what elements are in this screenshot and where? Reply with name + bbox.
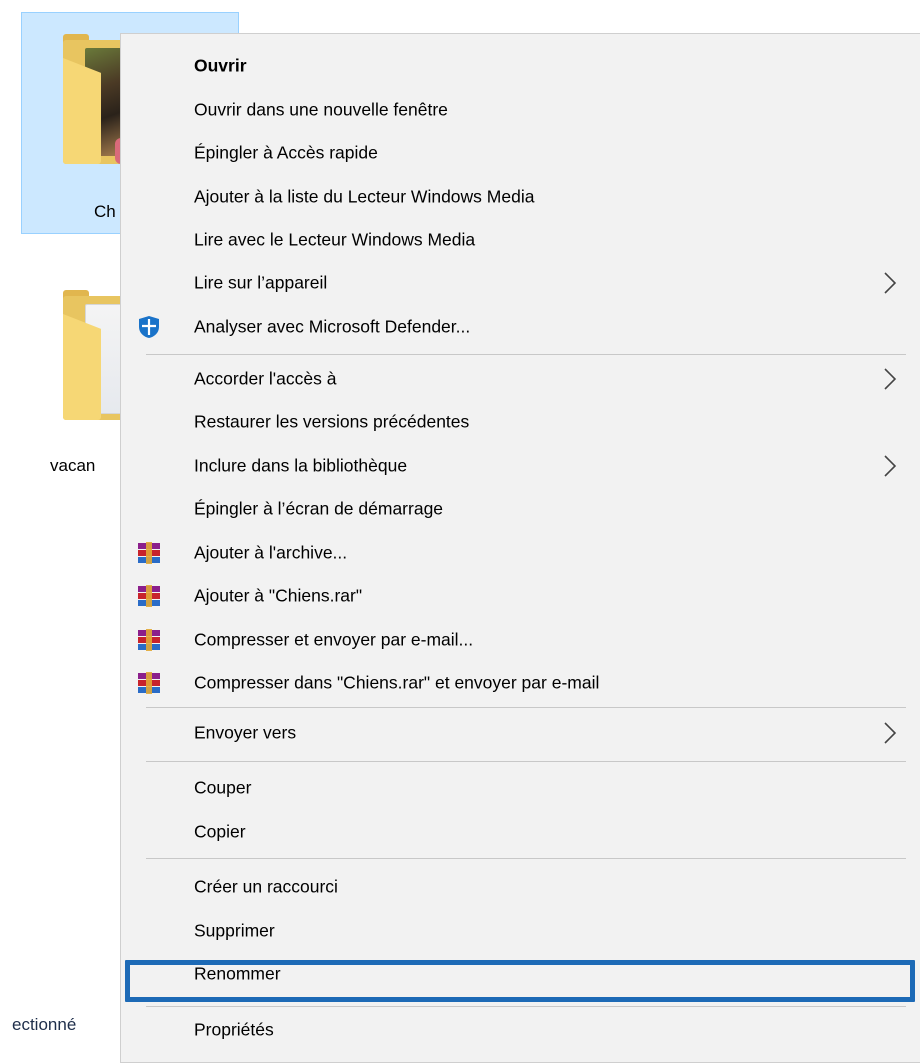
menu-item-compress-rar-email[interactable]: Compresser dans "Chiens.rar" et envoyer … (121, 661, 920, 705)
menu-item-label: Lire avec le Lecteur Windows Media (194, 229, 476, 250)
defender-shield-icon (139, 316, 159, 338)
winrar-icon (138, 629, 160, 651)
menu-item-restore-versions[interactable]: Restaurer les versions précédentes (121, 400, 920, 444)
menu-item-label: Ajouter à la liste du Lecteur Windows Me… (194, 186, 535, 207)
folder-label-vacances[interactable]: vacan (50, 456, 95, 476)
menu-separator (146, 858, 906, 859)
menu-item-delete[interactable]: Supprimer (121, 909, 920, 953)
menu-separator (146, 707, 906, 708)
menu-item-label: Lire sur l’appareil (194, 272, 328, 293)
menu-item-play-wmp[interactable]: Lire avec le Lecteur Windows Media (121, 218, 920, 262)
menu-item-label: Ajouter à "Chiens.rar" (194, 585, 363, 606)
winrar-icon (138, 672, 160, 694)
menu-item-label: Inclure dans la bibliothèque (194, 455, 408, 476)
menu-item-add-chiens-rar[interactable]: Ajouter à "Chiens.rar" (121, 574, 920, 618)
winrar-icon (138, 585, 160, 607)
menu-separator (146, 761, 906, 762)
context-menu: Ouvrir Ouvrir dans une nouvelle fenêtre … (120, 33, 920, 1063)
menu-item-scan-defender[interactable]: Analyser avec Microsoft Defender... (121, 305, 920, 349)
menu-item-label: Propriétés (194, 1019, 274, 1040)
chevron-right-icon (884, 368, 897, 390)
menu-item-cut[interactable]: Couper (121, 766, 920, 810)
chevron-right-icon (884, 722, 897, 744)
menu-item-label: Ajouter à l'archive... (194, 542, 348, 563)
menu-item-send-to[interactable]: Envoyer vers (121, 711, 920, 755)
status-bar-text: ectionné (12, 1015, 77, 1034)
menu-item-label: Épingler à Accès rapide (194, 142, 378, 163)
menu-item-label: Compresser et envoyer par e-mail... (194, 629, 474, 650)
menu-item-label: Ouvrir dans une nouvelle fenêtre (194, 99, 448, 120)
menu-item-label: Restaurer les versions précédentes (194, 411, 470, 432)
menu-item-label: Épingler à l’écran de démarrage (194, 498, 444, 519)
winrar-icon (138, 542, 160, 564)
menu-item-pin-start[interactable]: Épingler à l’écran de démarrage (121, 487, 920, 531)
menu-item-label: Compresser dans "Chiens.rar" et envoyer … (194, 672, 600, 693)
menu-item-label: Accorder l'accès à (194, 368, 337, 389)
menu-item-pin-quick-access[interactable]: Épingler à Accès rapide (121, 131, 920, 175)
menu-item-cast-to-device[interactable]: Lire sur l’appareil (121, 261, 920, 305)
menu-separator (146, 1006, 906, 1007)
chevron-right-icon (884, 455, 897, 477)
menu-item-open-new-window[interactable]: Ouvrir dans une nouvelle fenêtre (121, 88, 920, 132)
rename-highlight-box (125, 960, 915, 1002)
menu-item-include-library[interactable]: Inclure dans la bibliothèque (121, 444, 920, 488)
menu-item-create-shortcut[interactable]: Créer un raccourci (121, 865, 920, 909)
menu-item-copy[interactable]: Copier (121, 810, 920, 854)
menu-item-label: Envoyer vers (194, 722, 297, 743)
menu-item-label: Couper (194, 777, 252, 798)
menu-item-add-wmp-list[interactable]: Ajouter à la liste du Lecteur Windows Me… (121, 175, 920, 219)
menu-item-add-archive[interactable]: Ajouter à l'archive... (121, 531, 920, 575)
menu-item-label: Créer un raccourci (194, 876, 338, 897)
menu-item-properties[interactable]: Propriétés (121, 1008, 920, 1052)
folder-label-chiens[interactable]: Ch (94, 202, 116, 222)
menu-item-label: Copier (194, 821, 246, 842)
menu-item-label: Ouvrir (194, 55, 247, 76)
menu-item-compress-email[interactable]: Compresser et envoyer par e-mail... (121, 618, 920, 662)
menu-item-give-access[interactable]: Accorder l'accès à (121, 357, 920, 401)
menu-separator (146, 354, 906, 355)
menu-item-ouvrir[interactable]: Ouvrir (121, 44, 920, 88)
menu-item-label: Supprimer (194, 920, 275, 941)
menu-item-label: Analyser avec Microsoft Defender... (194, 316, 471, 337)
chevron-right-icon (884, 272, 897, 294)
